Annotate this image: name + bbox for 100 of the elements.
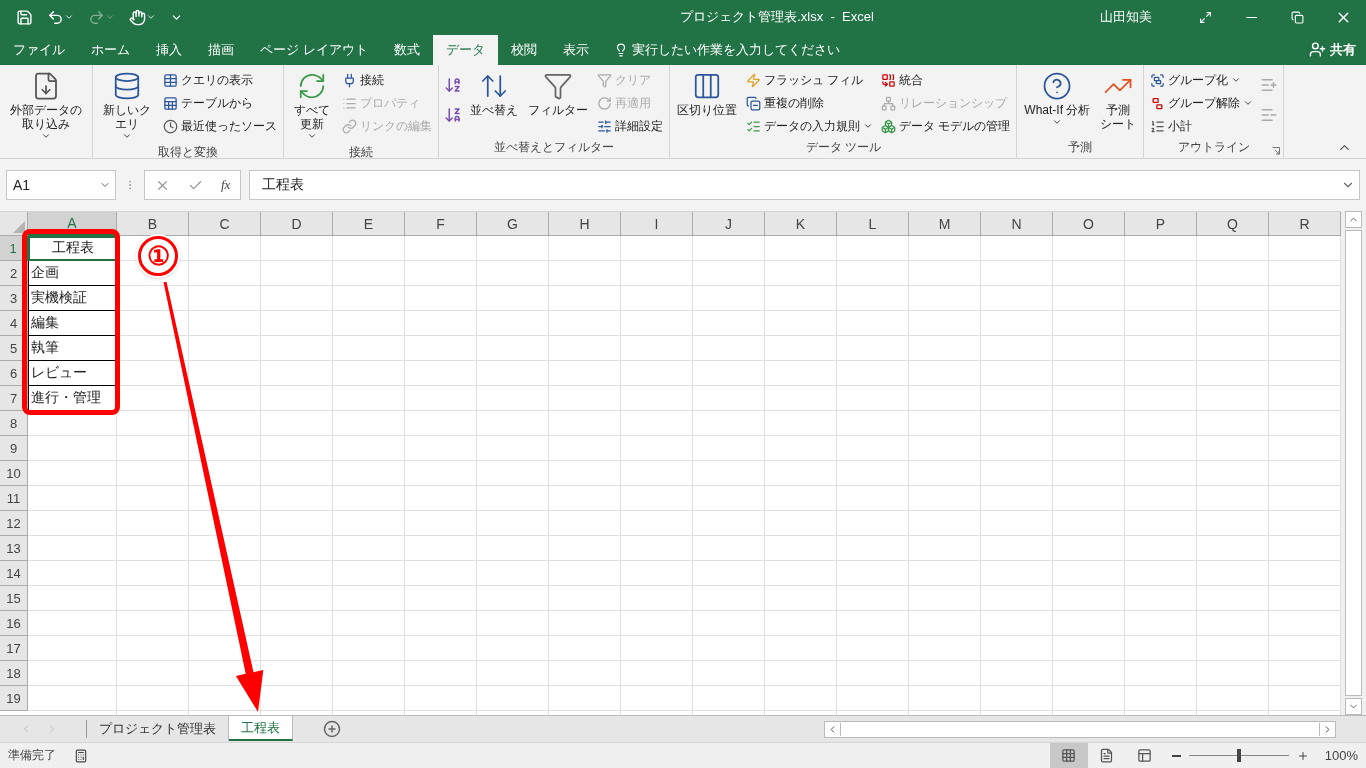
ribbon-button[interactable]: グループ解除 bbox=[1148, 92, 1256, 114]
table-cell[interactable]: レビュー bbox=[28, 361, 117, 386]
row-header[interactable]: 14 bbox=[0, 561, 28, 586]
table-cell[interactable]: 執筆 bbox=[28, 336, 117, 361]
tell-me-field[interactable]: 実行したい作業を入力してください bbox=[601, 34, 840, 65]
row-header[interactable]: 10 bbox=[0, 461, 28, 486]
ribbon-tab[interactable]: ホーム bbox=[78, 34, 143, 65]
table-cell[interactable]: 企画 bbox=[28, 261, 117, 286]
ribbon-tab[interactable]: ファイル bbox=[0, 34, 78, 65]
ribbon-tab[interactable]: 数式 bbox=[380, 34, 433, 65]
ribbon-button[interactable]: フィルター bbox=[525, 69, 591, 119]
row-header[interactable]: 18 bbox=[0, 661, 28, 686]
ribbon-button[interactable]: グループ化 bbox=[1148, 69, 1256, 91]
ribbon-tab[interactable]: 校閲 bbox=[497, 34, 550, 65]
ribbon-display-icon bbox=[1198, 10, 1212, 24]
row-header[interactable]: 8 bbox=[0, 411, 28, 436]
restore-icon bbox=[1290, 10, 1304, 24]
name-box[interactable]: A1 bbox=[6, 170, 116, 200]
scrollbar-thumb[interactable] bbox=[1345, 230, 1362, 696]
ribbon-button[interactable]: データの入力規則 bbox=[744, 115, 875, 137]
redo-icon bbox=[88, 8, 105, 26]
select-all-icon[interactable] bbox=[13, 221, 25, 233]
ribbon-button[interactable]: 統合 bbox=[879, 69, 1013, 91]
column-header[interactable]: K bbox=[765, 212, 837, 236]
ribbon-button[interactable]: 詳細設定 bbox=[595, 115, 665, 137]
sheet-tab[interactable]: 工程表 bbox=[229, 716, 293, 741]
ribbon-button[interactable]: 外部データの取り込み bbox=[4, 69, 88, 143]
row-header[interactable]: 11 bbox=[0, 486, 28, 511]
row-header[interactable]: 9 bbox=[0, 436, 28, 461]
column-header[interactable]: I bbox=[621, 212, 693, 236]
share-button[interactable]: 共有 bbox=[1303, 34, 1366, 65]
column-header[interactable]: C bbox=[189, 212, 261, 236]
ribbon-button[interactable]: データ モデルの管理 bbox=[879, 115, 1013, 137]
table-icon bbox=[163, 95, 178, 111]
share-icon bbox=[1309, 41, 1326, 58]
dialog-launcher-icon[interactable] bbox=[1272, 147, 1281, 155]
scroll-down-button[interactable] bbox=[1345, 698, 1362, 715]
ribbon-button[interactable]: 予測 シート bbox=[1097, 69, 1140, 133]
ribbon-button[interactable]: 最近使ったソース bbox=[161, 115, 279, 137]
ribbon-button[interactable]: 区切り位置 bbox=[674, 69, 740, 119]
row-header[interactable]: 17 bbox=[0, 636, 28, 661]
question-icon bbox=[1042, 71, 1073, 101]
new-sheet-button[interactable] bbox=[323, 720, 341, 738]
refresh-icon bbox=[297, 71, 327, 101]
ribbon-tab[interactable]: 挿入 bbox=[143, 34, 195, 65]
row-header[interactable]: 19 bbox=[0, 686, 28, 711]
zoom-thumb[interactable] bbox=[1236, 749, 1241, 762]
sort-ascending-button[interactable] bbox=[443, 75, 463, 95]
column-header[interactable]: B bbox=[117, 212, 189, 236]
formula-field[interactable]: 工程表 bbox=[249, 170, 1360, 200]
ribbon-button[interactable]: フラッシュ フィル bbox=[744, 69, 875, 91]
column-header[interactable]: Q bbox=[1197, 212, 1269, 236]
row-header[interactable]: 12 bbox=[0, 511, 28, 536]
column-header[interactable]: M bbox=[909, 212, 981, 236]
row-header[interactable]: 13 bbox=[0, 536, 28, 561]
scroll-up-button[interactable] bbox=[1345, 211, 1362, 228]
view-button[interactable] bbox=[1049, 743, 1088, 768]
sort-descending-button[interactable] bbox=[443, 105, 463, 125]
ribbon-button[interactable]: すべて更新 bbox=[288, 69, 336, 143]
column-header[interactable]: H bbox=[549, 212, 621, 236]
ribbon-button[interactable]: テーブルから bbox=[161, 92, 279, 114]
table-cell[interactable]: 編集 bbox=[28, 311, 117, 336]
column-header[interactable]: F bbox=[405, 212, 477, 236]
ribbon-button[interactable]: クエリの表示 bbox=[161, 69, 279, 91]
minimize-icon bbox=[1245, 16, 1257, 18]
column-header[interactable]: G bbox=[477, 212, 549, 236]
column-header[interactable]: R bbox=[1269, 212, 1341, 236]
zoom-level[interactable]: 100% bbox=[1324, 748, 1358, 763]
sliders-icon bbox=[597, 118, 612, 134]
column-header[interactable]: E bbox=[333, 212, 405, 236]
insert-function-button[interactable]: fx bbox=[221, 177, 231, 193]
ribbon-tab[interactable]: データ bbox=[432, 35, 498, 65]
user-name: 山田知美 bbox=[1100, 8, 1152, 26]
row-header[interactable]: 16 bbox=[0, 611, 28, 636]
scrollbar-thumb[interactable] bbox=[840, 722, 1320, 736]
ribbon-tab[interactable]: 表示 bbox=[549, 34, 602, 65]
zoom-out-icon[interactable] bbox=[1171, 754, 1181, 757]
ribbon-button[interactable]: 接続 bbox=[340, 69, 434, 91]
ribbon-button[interactable]: 重複の削除 bbox=[744, 92, 875, 114]
lightning-icon bbox=[746, 72, 761, 88]
column-header[interactable]: L bbox=[837, 212, 909, 236]
column-header[interactable]: J bbox=[693, 212, 765, 236]
group-icon bbox=[1150, 72, 1166, 88]
remove-duplicates-icon bbox=[746, 95, 761, 111]
table-cell[interactable]: 工程表 bbox=[28, 236, 117, 261]
column-header[interactable]: P bbox=[1125, 212, 1197, 236]
column-header[interactable]: D bbox=[261, 212, 333, 236]
column-header[interactable]: N bbox=[981, 212, 1053, 236]
ribbon-tab[interactable]: 描画 bbox=[195, 34, 247, 65]
zoom-in-icon[interactable] bbox=[1296, 749, 1309, 762]
sort-descending-icon bbox=[444, 106, 462, 124]
ribbon-tab[interactable]: ページ レイアウト bbox=[247, 34, 381, 65]
ribbon-button[interactable]: 新しいクエリ bbox=[97, 69, 157, 143]
page-layout-icon bbox=[1099, 748, 1115, 763]
ribbon-button[interactable]: What-If 分析 bbox=[1021, 69, 1094, 129]
column-header[interactable]: O bbox=[1053, 212, 1125, 236]
row-header[interactable]: 15 bbox=[0, 586, 28, 611]
ribbon-button[interactable]: 並べ替え bbox=[467, 69, 521, 119]
table-cell[interactable]: 実機検証 bbox=[28, 286, 117, 311]
ribbon-button[interactable]: 小計 bbox=[1148, 115, 1256, 137]
